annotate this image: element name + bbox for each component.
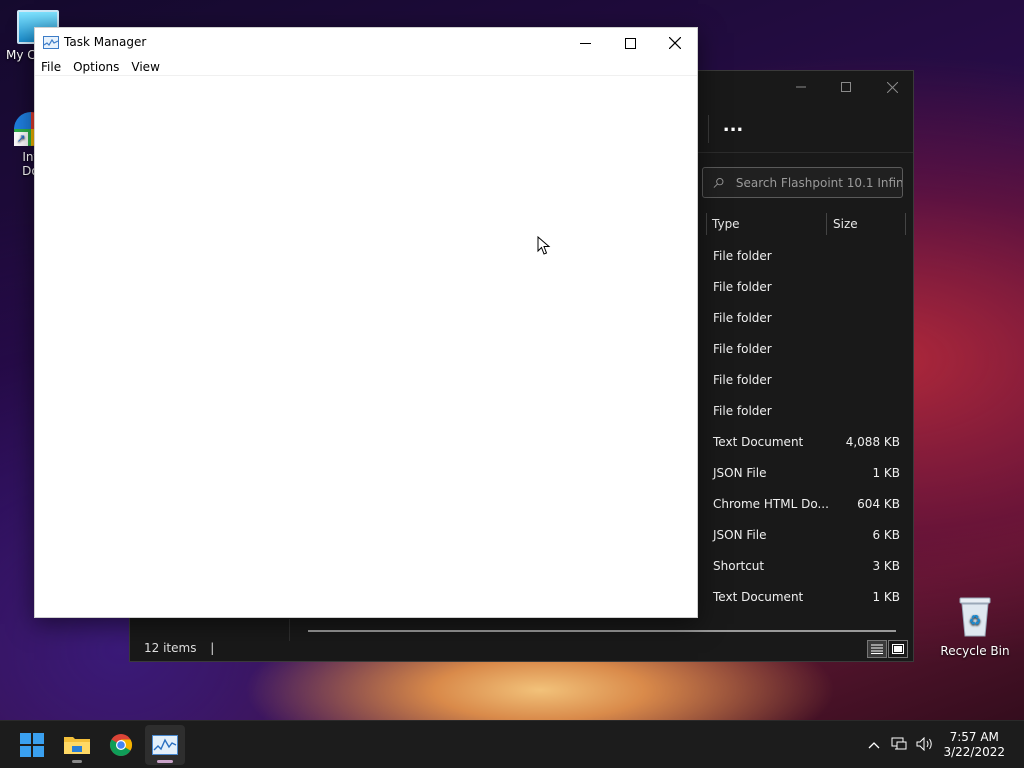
maximize-icon [841, 82, 851, 92]
system-tray [862, 721, 938, 768]
explorer-maximize-button[interactable] [823, 71, 869, 103]
volume-button[interactable] [912, 736, 938, 754]
file-type: JSON File [713, 465, 767, 480]
file-row[interactable]: File folder [705, 395, 915, 426]
file-row[interactable]: JSON File 6 KB [705, 519, 915, 550]
desktop-icon-recycle-bin[interactable]: ♻ Recycle Bin [940, 596, 1010, 658]
file-size: 6 KB [872, 527, 900, 542]
file-size: 1 KB [872, 465, 900, 480]
task-manager-icon [43, 36, 59, 49]
active-indicator [157, 760, 173, 763]
file-type: Text Document [713, 434, 804, 449]
column-divider[interactable] [826, 213, 827, 235]
file-row[interactable]: File folder [705, 271, 915, 302]
column-divider[interactable] [706, 213, 707, 235]
file-type: File folder [713, 372, 772, 387]
taskbar-file-explorer[interactable] [57, 725, 97, 765]
details-view-icon [871, 644, 883, 654]
column-divider[interactable] [905, 213, 906, 235]
search-icon [713, 177, 724, 188]
file-row[interactable]: File folder [705, 364, 915, 395]
start-button[interactable] [12, 725, 52, 765]
menu-bar: File Options View [35, 58, 697, 76]
horizontal-scrollbar[interactable] [308, 630, 896, 632]
chrome-icon [110, 734, 132, 756]
close-icon [669, 37, 681, 49]
file-row[interactable]: Chrome HTML Do... 604 KB [705, 488, 915, 519]
minimize-button[interactable] [562, 28, 608, 58]
menu-view[interactable]: View [125, 58, 165, 75]
window-title: Task Manager [64, 35, 147, 49]
file-list: File folder File folder File folder File… [705, 240, 915, 612]
menu-file[interactable]: File [35, 58, 67, 75]
explorer-close-button[interactable] [869, 71, 915, 103]
clock-time: 7:57 AM [949, 730, 999, 744]
file-size: 3 KB [872, 558, 900, 573]
mouse-cursor-icon [537, 235, 551, 259]
file-type: File folder [713, 279, 772, 294]
taskbar-chrome[interactable] [101, 725, 141, 765]
minimize-icon [579, 42, 591, 44]
clock-date: 3/22/2022 [943, 745, 1005, 759]
file-size: 604 KB [857, 496, 900, 511]
show-hidden-icons-button[interactable] [862, 738, 886, 752]
file-explorer-icon [64, 737, 90, 754]
file-type: File folder [713, 248, 772, 263]
file-type: Text Document [713, 589, 804, 604]
large-icons-view-icon [892, 644, 904, 654]
file-row[interactable]: JSON File 1 KB [705, 457, 915, 488]
network-button[interactable] [886, 737, 912, 754]
file-type: File folder [713, 310, 772, 325]
close-icon [886, 81, 898, 93]
taskbar-task-manager[interactable] [145, 725, 185, 765]
taskbar: 7:57 AM 3/22/2022 [0, 720, 1024, 768]
task-manager-content [35, 77, 697, 617]
file-type: JSON File [713, 527, 767, 542]
task-manager-window: Task Manager File Options View [34, 27, 698, 618]
file-row[interactable]: Text Document 4,088 KB [705, 426, 915, 457]
desktop-icon-label: Recycle Bin [940, 644, 1010, 658]
file-row[interactable]: Text Document 1 KB [705, 581, 915, 612]
file-size: 1 KB [872, 589, 900, 604]
file-row[interactable]: File folder [705, 240, 915, 271]
status-bar: 12 items | [130, 637, 913, 661]
file-type: Chrome HTML Do... [713, 496, 829, 511]
large-icons-view-button[interactable] [888, 640, 908, 658]
file-size: 4,088 KB [845, 434, 900, 449]
speaker-icon [916, 736, 932, 751]
details-view-button[interactable] [867, 640, 887, 658]
item-count: 12 items [144, 641, 197, 655]
minimize-icon [796, 86, 806, 88]
svg-text:♻: ♻ [969, 613, 982, 629]
file-row[interactable]: File folder [705, 302, 915, 333]
maximize-icon [624, 37, 636, 49]
maximize-button[interactable] [607, 28, 653, 58]
running-indicator [72, 760, 82, 763]
status-separator: | [210, 641, 215, 655]
file-row[interactable]: Shortcut 3 KB [705, 550, 915, 581]
file-type: File folder [713, 403, 772, 418]
chevron-up-icon [868, 742, 880, 749]
file-row[interactable]: File folder [705, 333, 915, 364]
file-type: Shortcut [713, 558, 765, 573]
menu-options[interactable]: Options [67, 58, 125, 75]
explorer-minimize-button[interactable] [778, 71, 824, 103]
clock-button[interactable]: 7:57 AM 3/22/2022 [943, 730, 1005, 760]
file-type: File folder [713, 341, 772, 356]
network-icon [891, 737, 907, 749]
toolbar-divider [708, 115, 709, 143]
search-input[interactable]: Search Flashpoint 10.1 Infinity [702, 167, 903, 198]
see-more-button[interactable]: ... [718, 117, 748, 141]
close-button[interactable] [652, 28, 698, 58]
task-manager-icon [152, 735, 178, 755]
recycle-bin-icon: ♻ [958, 596, 992, 638]
column-header-size[interactable]: Size [833, 213, 903, 235]
search-placeholder: Search Flashpoint 10.1 Infinity [735, 175, 902, 190]
shortcut-arrow-icon: ↗ [14, 132, 28, 146]
task-manager-titlebar[interactable]: Task Manager [35, 28, 697, 58]
column-header-type[interactable]: Type [712, 213, 826, 235]
start-icon [20, 733, 44, 757]
